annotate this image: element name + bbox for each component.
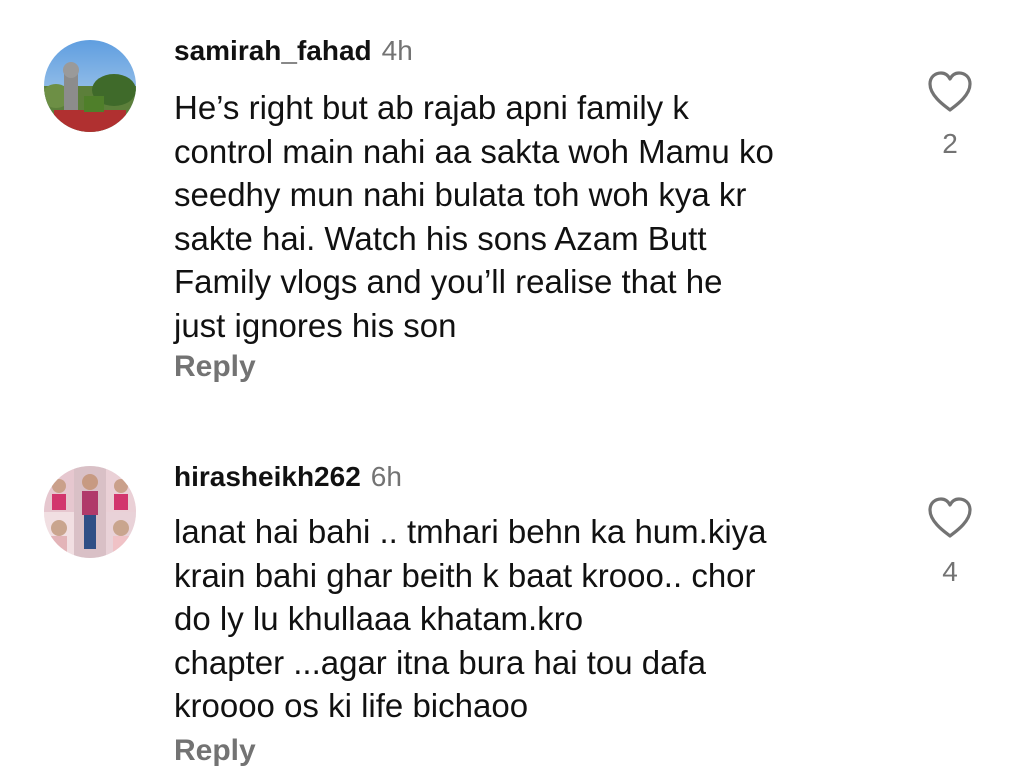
comment-time: 6h: [370, 461, 402, 492]
comment-text-line: do ly lu khullaaa khatam.kro: [174, 600, 584, 637]
comment-text-line: seedhy mun nahi bulata toh woh kya kr: [174, 176, 747, 213]
comment-text-line: Family vlogs and you’ll realise that he: [174, 263, 723, 300]
comment-text: He’s right but ab rajab apni family k co…: [174, 86, 894, 347]
username[interactable]: samirah_fahad: [174, 35, 372, 66]
comment-time: 4h: [381, 35, 413, 66]
avatar[interactable]: [44, 40, 136, 132]
comment-text-line: kroooo os ki life bichaoo: [174, 687, 529, 724]
comment-meta: hirasheikh262 6h: [174, 460, 402, 494]
comment-text-line: krain bahi ghar beith k baat krooo.. cho…: [174, 556, 756, 594]
landscape-photo-avatar-icon: [44, 40, 136, 132]
reply-button[interactable]: Reply: [174, 350, 256, 384]
comment-text-line: chapter ...agar itna bura hai tou dafa: [174, 643, 707, 681]
comment-text-line: just ignores his son: [174, 306, 457, 344]
comment-meta: samirah_fahad 4h: [174, 34, 413, 68]
like-count: 4: [942, 556, 958, 587]
like-count: 2: [942, 128, 958, 159]
like-button[interactable]: 4: [926, 496, 974, 587]
children-collage-avatar-icon: [44, 466, 136, 558]
comment-text-line: lanat hai bahi .. tmhari behn ka hum.kiy…: [174, 513, 767, 550]
heart-outline-icon[interactable]: [926, 70, 974, 114]
like-button[interactable]: 2: [926, 70, 974, 159]
comment-text-line: control main nahi aa sakta woh Mamu ko: [174, 132, 774, 170]
comment-text-line: He’s right but ab rajab apni family k: [174, 89, 689, 126]
username[interactable]: hirasheikh262: [174, 461, 361, 492]
comment-text: lanat hai bahi .. tmhari behn ka hum.kiy…: [174, 510, 894, 728]
avatar[interactable]: [44, 466, 136, 558]
reply-button[interactable]: Reply: [174, 734, 256, 768]
heart-outline-icon[interactable]: [926, 496, 974, 540]
comment-text-line: sakte hai. Watch his sons Azam Butt: [174, 219, 707, 257]
